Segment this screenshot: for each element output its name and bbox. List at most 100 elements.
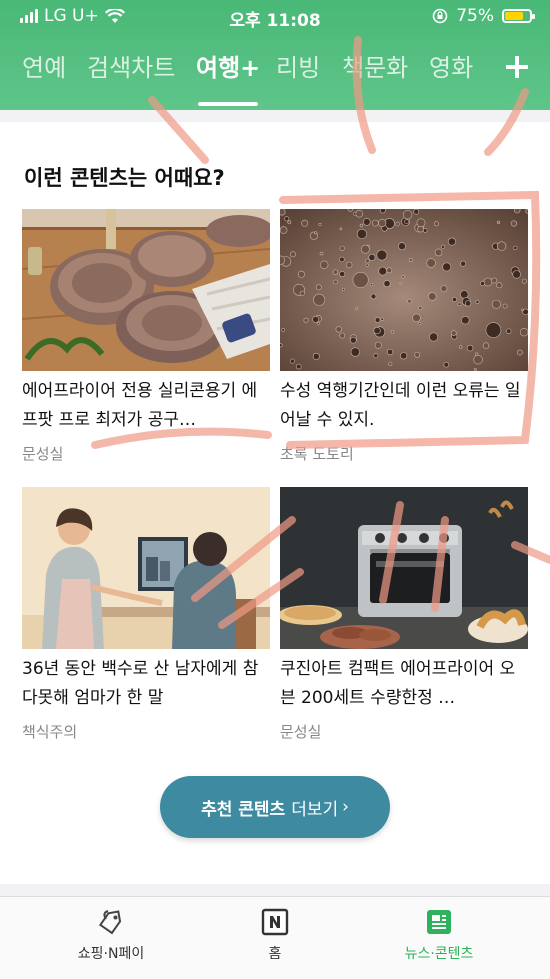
- foam-bubble: [460, 290, 469, 299]
- foam-bubble: [521, 308, 524, 312]
- item-source: 책식주의: [22, 723, 78, 741]
- item-title[interactable]: 수성 역행기간인데 이런 오류는 일어날 수 있지.: [280, 377, 528, 435]
- foam-bubble: [280, 209, 286, 216]
- foam-bubble: [417, 225, 424, 233]
- category-tabs: 연예 검색차트 여행+ 리빙 책문화 영화: [0, 48, 550, 92]
- battery-percent: 75%: [456, 6, 494, 26]
- foam-bubble: [312, 352, 320, 360]
- foam-bubble: [352, 271, 369, 288]
- thumbnail-illustration: [22, 487, 270, 649]
- more-button-bold: 추천 콘텐츠: [201, 799, 286, 820]
- foam-bubble: [496, 282, 503, 289]
- add-tab-button[interactable]: [502, 52, 532, 82]
- foam-bubble: [465, 300, 472, 307]
- foam-bubble: [289, 358, 295, 364]
- foam-bubble: [280, 226, 288, 234]
- foam-bubble: [383, 280, 391, 288]
- foam-bubble: [335, 326, 342, 333]
- foam-bubble: [374, 317, 381, 323]
- foam-bubble: [443, 361, 450, 368]
- foam-bubble: [461, 315, 470, 325]
- foam-bubble: [447, 237, 456, 246]
- foam-bubble: [519, 328, 528, 337]
- news-content-icon: [427, 910, 451, 934]
- foam-bubble: [339, 245, 345, 251]
- item-title[interactable]: 쿠진아트 컴팩트 에어프라이어 오븐 200세트 수량한정 …: [280, 655, 528, 713]
- item-source: 초록 도토리: [280, 445, 354, 463]
- foam-bubble: [368, 253, 376, 261]
- nav-news-label: 뉴스·콘텐츠: [404, 946, 474, 962]
- foam-bubble: [388, 361, 393, 366]
- foam-bubble: [370, 283, 374, 287]
- item-title[interactable]: 에어프라이어 전용 실리콘용기 에프팟 프로 최저가 공구…: [22, 377, 270, 435]
- foam-bubble: [395, 221, 400, 227]
- foam-bubble: [510, 220, 517, 227]
- foam-bubble: [413, 209, 420, 215]
- section-title: 이런 콘텐츠는 어때요?: [24, 166, 225, 190]
- foam-bubble: [280, 343, 283, 348]
- foam-bubble: [370, 293, 377, 300]
- foam-bubble: [491, 277, 498, 284]
- foam-bubble: [521, 278, 527, 284]
- tab-entertainment[interactable]: 연예: [22, 48, 66, 83]
- foam-bubble: [347, 209, 354, 212]
- more-button-label: 더보기: [291, 799, 339, 820]
- content-item[interactable]: 수성 역행기간인데 이런 오류는 일어날 수 있지. 초록 도토리: [280, 209, 528, 464]
- nav-shopping-label: 쇼핑·N페이: [77, 946, 145, 962]
- foam-bubble: [374, 341, 382, 349]
- foam-bubble: [314, 231, 318, 235]
- foam-bubble: [316, 322, 320, 325]
- item-source: 문성실: [280, 723, 322, 741]
- foam-bubble: [373, 353, 379, 359]
- foam-bubble: [525, 209, 528, 214]
- foam-bubble: [516, 349, 523, 356]
- foam-bubble: [428, 292, 437, 301]
- foam-bubble: [414, 351, 421, 358]
- foam-bubble: [496, 220, 501, 224]
- more-recommendations-button[interactable]: 추천 콘텐츠 더보기 ›: [160, 776, 390, 838]
- foam-bubble: [319, 251, 324, 256]
- foam-bubble: [297, 270, 305, 278]
- foam-bubble: [473, 355, 483, 365]
- foam-bubble: [418, 305, 423, 311]
- tab-movies[interactable]: 영화: [429, 48, 473, 83]
- foam-bubble: [332, 269, 339, 275]
- active-tab-indicator: [198, 102, 258, 106]
- item-source: 문성실: [22, 445, 64, 463]
- foam-bubble: [480, 281, 485, 286]
- content-item[interactable]: 에어프라이어 전용 실리콘용기 에프팟 프로 최저가 공구… 문성실: [22, 209, 270, 464]
- foam-bubble: [333, 279, 338, 285]
- nav-news-content[interactable]: 뉴스·콘텐츠: [364, 907, 514, 963]
- foam-bubble: [473, 368, 477, 371]
- foam-bubble: [319, 260, 329, 269]
- nav-home[interactable]: 홈: [200, 907, 350, 963]
- foam-bubble: [312, 316, 319, 323]
- foam-bubble: [295, 363, 302, 370]
- content-item[interactable]: 36년 동안 백수로 산 남자에게 참다못해 엄마가 한 말 책식주의: [22, 487, 270, 742]
- nav-shopping-pay[interactable]: 쇼핑·N페이: [36, 907, 186, 963]
- foam-bubble: [429, 332, 439, 342]
- foam-bubble: [400, 352, 408, 360]
- tab-travel[interactable]: 여행+: [196, 48, 260, 83]
- foam-bubble: [426, 258, 436, 268]
- tab-books-culture[interactable]: 책문화: [342, 48, 408, 83]
- foam-bubble: [386, 267, 393, 274]
- foam-bubble: [284, 216, 290, 222]
- foam-bubble: [345, 261, 353, 269]
- foam-bubble: [482, 342, 490, 349]
- foam-bubble: [513, 245, 518, 251]
- top-header: LG U+ 오후 11:08 75% 연예 검색차트 여행+ 리빙 책문화 영화: [0, 0, 550, 110]
- content-item[interactable]: 쿠진아트 컴팩트 에어프라이어 오븐 200세트 수량한정 … 문성실: [280, 487, 528, 742]
- foam-bubble: [378, 218, 387, 228]
- foam-bubble: [412, 313, 421, 323]
- foam-bubble: [398, 242, 406, 251]
- thumbnail-silicone-bowls: [22, 209, 270, 371]
- tab-living[interactable]: 리빙: [276, 48, 320, 83]
- foam-bubble: [440, 285, 448, 292]
- foam-bubble: [287, 220, 292, 225]
- foam-bubble: [422, 228, 428, 233]
- item-title[interactable]: 36년 동안 백수로 산 남자에게 참다못해 엄마가 한 말: [22, 655, 270, 713]
- tab-search-chart[interactable]: 검색차트: [87, 48, 175, 83]
- foam-bubble: [475, 299, 480, 304]
- foam-bubble: [379, 209, 386, 214]
